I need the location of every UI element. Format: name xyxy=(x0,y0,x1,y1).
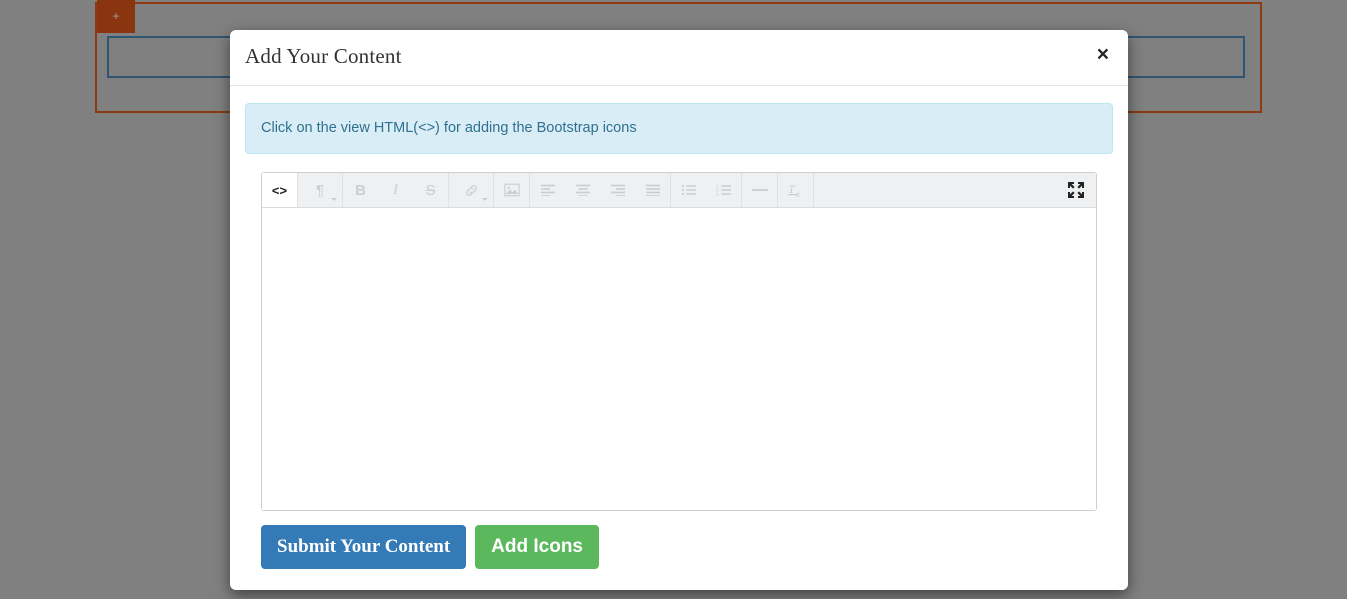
italic-glyph: I xyxy=(393,181,398,198)
rich-text-editor: <> ¶ B I S 1 2 3 T x xyxy=(261,172,1097,512)
info-alert: Click on the view HTML(<>) for adding th… xyxy=(245,103,1113,155)
modal-header: Add Your Content × xyxy=(230,30,1128,86)
plus-icon: + xyxy=(112,9,120,23)
horizontal-rule-icon[interactable] xyxy=(742,173,777,207)
add-content-modal: Add Your Content × Click on the view HTM… xyxy=(230,30,1128,590)
editor-toolbar: <> ¶ B I S 1 2 3 T x xyxy=(262,173,1096,209)
toolbar-group-hr xyxy=(742,173,778,208)
bold-icon[interactable]: B xyxy=(343,173,378,207)
toolbar-group-link xyxy=(449,173,494,208)
editor-content-area[interactable] xyxy=(262,208,1096,511)
toolbar-group-alignment xyxy=(530,173,671,208)
svg-text:T: T xyxy=(788,182,796,196)
list-ordered-icon[interactable]: 1 2 3 xyxy=(706,173,741,207)
image-icon[interactable] xyxy=(494,173,529,207)
toolbar-group-clear-format: T x xyxy=(778,173,814,208)
page-title: Add Your Content xyxy=(245,44,402,68)
align-center-icon[interactable] xyxy=(565,173,600,207)
add-icons-button[interactable]: Add Icons xyxy=(475,525,599,570)
link-icon[interactable] xyxy=(449,173,493,207)
toolbar-group-image xyxy=(494,173,530,208)
toolbar-group-font-style: B I S xyxy=(343,173,449,208)
pilcrow-glyph: ¶ xyxy=(315,181,325,199)
toolbar-group-lists: 1 2 3 xyxy=(671,173,742,208)
list-unordered-icon[interactable] xyxy=(671,173,706,207)
modal-body: Click on the view HTML(<>) for adding th… xyxy=(230,86,1128,584)
toolbar-group-paragraph: ¶ xyxy=(298,173,343,208)
strikethrough-glyph: S xyxy=(425,181,436,199)
svg-text:x: x xyxy=(796,190,800,198)
align-justify-icon[interactable] xyxy=(635,173,670,207)
code-icon[interactable]: <> xyxy=(262,173,297,208)
remove-format-icon[interactable]: T x xyxy=(778,173,813,207)
italic-icon[interactable]: I xyxy=(378,173,413,207)
pilcrow-icon[interactable]: ¶ xyxy=(298,173,342,207)
modal-footer: Submit Your Content Add Icons xyxy=(245,511,1113,570)
align-left-icon[interactable] xyxy=(530,173,565,207)
align-right-icon[interactable] xyxy=(600,173,635,207)
chevron-down-icon xyxy=(482,198,488,202)
strikethrough-icon[interactable]: S xyxy=(413,173,448,207)
svg-text:3: 3 xyxy=(716,192,719,196)
expand-icon[interactable] xyxy=(1056,173,1096,207)
submit-content-button[interactable]: Submit Your Content xyxy=(261,525,467,570)
background-add-tab-button[interactable]: + xyxy=(97,0,135,33)
close-icon[interactable]: × xyxy=(1093,42,1113,67)
chevron-down-icon xyxy=(331,198,337,202)
bold-glyph: B xyxy=(355,181,366,199)
toolbar-group-code: <> xyxy=(262,173,298,208)
info-alert-text: Click on the view HTML(<>) for adding th… xyxy=(261,120,637,136)
